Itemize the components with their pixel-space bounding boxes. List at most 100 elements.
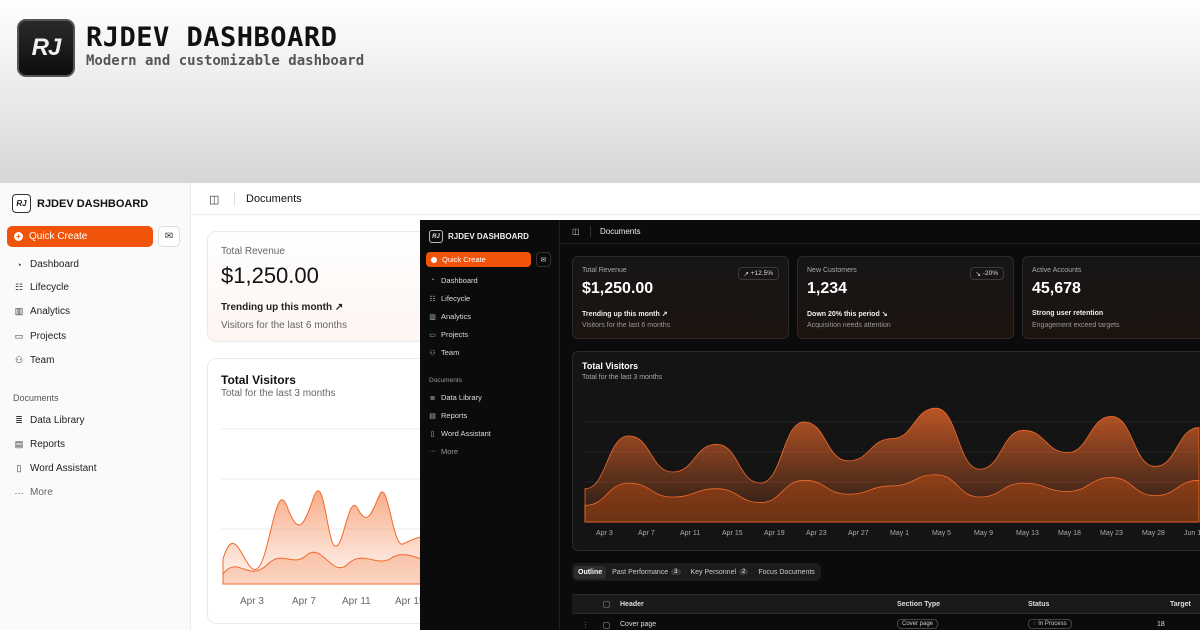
- mail-button[interactable]: ✉: [536, 252, 551, 267]
- sidebar-item-label: Team: [30, 355, 55, 366]
- sidebar-item-more[interactable]: ··· More: [14, 487, 53, 498]
- sidebar-item-word-assistant[interactable]: ▯ Word Assistant: [14, 463, 97, 474]
- sidebar-item-lifecycle[interactable]: ☷ Lifecycle: [14, 282, 69, 293]
- tab-past-performance[interactable]: Past Performance 3: [608, 566, 684, 579]
- sidebar-toggle-icon[interactable]: ◫: [209, 193, 219, 206]
- column-header[interactable]: Status: [1028, 601, 1049, 608]
- breadcrumb: Documents: [246, 193, 302, 205]
- sidebar-item-team[interactable]: ⚇ Team: [14, 355, 55, 366]
- trending-up-icon: ↗: [743, 270, 749, 278]
- sidebar-brand[interactable]: RJ RJDEV DASHBOARD: [12, 194, 148, 213]
- sidebar-item-label: Projects: [441, 330, 469, 339]
- sidebar-item-dashboard[interactable]: ◔ Dashboard: [429, 276, 477, 285]
- sidebar-item-label: Lifecycle: [30, 282, 69, 293]
- column-header[interactable]: Header: [620, 601, 644, 608]
- sidebar-item-label: Data Library: [441, 393, 482, 402]
- sidebar-item-data-library[interactable]: ≣ Data Library: [429, 393, 482, 402]
- cell-header[interactable]: Cover page: [620, 621, 656, 628]
- row-checkbox[interactable]: [603, 622, 610, 629]
- drag-handle-icon[interactable]: ⋮: [582, 621, 589, 629]
- sidebar-item-reports[interactable]: ▤ Reports: [14, 439, 65, 450]
- card-label: Active Accounts: [1032, 267, 1082, 274]
- plus-circle-icon: [431, 256, 437, 263]
- gauge-icon: ◔: [430, 277, 435, 284]
- card-value: 45,678: [1032, 280, 1081, 297]
- sidebar-toggle-icon[interactable]: ◫: [572, 227, 580, 236]
- card-trend: Trending up this month: [221, 302, 333, 313]
- sidebar-item-team[interactable]: ⚇ Team: [429, 348, 459, 357]
- sidebar-item-projects[interactable]: ▭ Projects: [14, 331, 66, 342]
- sidebar-item-analytics[interactable]: ▥ Analytics: [14, 306, 70, 317]
- sidebar-section-label: Documents: [13, 393, 59, 403]
- column-header[interactable]: Target: [1170, 601, 1191, 608]
- revenue-card: Total Revenue ↗ +12.5% $1,250.00 Trendin…: [572, 256, 789, 339]
- card-label: New Customers: [807, 267, 857, 274]
- select-all-checkbox[interactable]: [603, 601, 610, 608]
- sidebar-item-reports[interactable]: ▤ Reports: [429, 411, 467, 420]
- card-label: Total Revenue: [221, 246, 285, 257]
- table-row[interactable]: ⋮ Cover page Cover page ◌ In Process 18: [572, 616, 1200, 630]
- sidebar-item-lifecycle[interactable]: ☷ Lifecycle: [429, 294, 470, 303]
- breadcrumb: Documents: [600, 227, 641, 236]
- tab-key-personnel[interactable]: Key Personnel 2: [687, 566, 753, 579]
- hero-title: RJDEV DASHBOARD: [86, 22, 338, 53]
- badge-text: +12.5%: [750, 270, 773, 277]
- sidebar-item-projects[interactable]: ▭ Projects: [429, 330, 468, 339]
- brand-name: RJDEV DASHBOARD: [37, 197, 149, 210]
- trending-up-icon: ↗: [334, 302, 344, 313]
- report-icon: ▤: [14, 439, 24, 449]
- dark-sidebar: RJ RJDEV DASHBOARD Quick Create ✉ ◔ Dashb…: [420, 220, 560, 630]
- sidebar-item-label: Data Library: [30, 415, 85, 426]
- quick-create-label: Quick Create: [442, 255, 486, 264]
- table-header: Header Section Type Status Target: [572, 594, 1200, 614]
- spinner-icon: ◌: [1033, 621, 1037, 627]
- users-icon: ⚇: [429, 349, 436, 357]
- mail-button[interactable]: ✉: [158, 226, 180, 247]
- top-bar: [560, 220, 1200, 244]
- x-tick: May 13: [1016, 530, 1039, 537]
- x-tick: Apr 15: [722, 530, 743, 537]
- quick-create-label: Quick Create: [29, 231, 88, 242]
- x-tick: Apr 23: [806, 530, 827, 537]
- sidebar-item-data-library[interactable]: ≣ Data Library: [14, 415, 84, 426]
- tab-label: Key Personnel: [690, 568, 737, 576]
- plus-circle-icon: +: [14, 232, 23, 241]
- x-tick: Apr 27: [848, 530, 869, 537]
- tab-focus-documents[interactable]: Focus Documents: [754, 566, 818, 579]
- bar-chart-icon: ▥: [429, 313, 436, 321]
- brand-logo-icon: RJ: [429, 230, 443, 243]
- file-icon: ▯: [16, 463, 22, 473]
- x-tick: Apr 7: [638, 530, 655, 537]
- card-footer: Visitors for the last 6 months: [221, 320, 347, 331]
- status-text: In Process: [1038, 621, 1067, 627]
- sidebar-item-label: Word Assistant: [441, 429, 491, 438]
- dark-dashboard: RJ RJDEV DASHBOARD Quick Create ✉ ◔ Dashb…: [420, 220, 1200, 630]
- quick-create-button[interactable]: + Quick Create: [7, 226, 153, 247]
- quick-create-button[interactable]: Quick Create: [426, 252, 531, 267]
- x-tick: Jun 1: [1184, 530, 1200, 537]
- sidebar-item-dashboard[interactable]: ◔ Dashboard: [14, 259, 79, 270]
- trending-down-icon: ↘: [881, 311, 888, 318]
- x-tick: Apr 19: [764, 530, 785, 537]
- sidebar-item-more[interactable]: ··· More: [429, 447, 458, 456]
- sidebar-brand[interactable]: RJ RJDEV DASHBOARD: [429, 230, 529, 243]
- sidebar-item-word-assistant[interactable]: ▯ Word Assistant: [429, 429, 491, 438]
- column-header[interactable]: Section Type: [897, 601, 940, 608]
- chart-subtitle: Total for the last 3 months: [221, 388, 336, 399]
- section-type-badge: Cover page: [897, 619, 939, 629]
- sidebar-section-label: Documents: [429, 377, 462, 384]
- sidebar-item-label: Dashboard: [30, 259, 79, 270]
- card-trend: Down 20% this period: [807, 311, 880, 318]
- trending-up-icon: ↗: [661, 311, 668, 318]
- sidebar-item-label: Word Assistant: [30, 463, 97, 474]
- cell-target[interactable]: 18: [1157, 621, 1165, 628]
- sidebar-item-label: Analytics: [441, 312, 472, 321]
- tab-outline[interactable]: Outline: [574, 565, 607, 579]
- x-tick: May 9: [974, 530, 993, 537]
- sidebar-item-label: Projects: [30, 331, 67, 342]
- sidebar-item-analytics[interactable]: ▥ Analytics: [429, 312, 471, 321]
- brand-name: RJDEV DASHBOARD: [448, 232, 529, 241]
- x-tick: May 18: [1058, 530, 1081, 537]
- list-checks-icon: ☷: [429, 295, 436, 303]
- mail-icon: ✉: [540, 256, 547, 264]
